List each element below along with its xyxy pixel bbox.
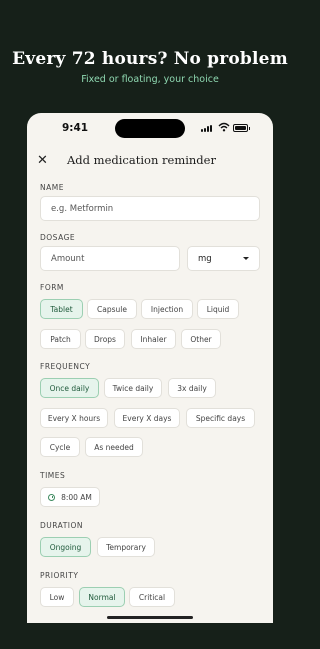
- frequency-option-3x-daily[interactable]: 3x daily: [168, 378, 216, 398]
- priority-label: PRIORITY: [40, 571, 79, 580]
- unit-select[interactable]: mg: [187, 246, 260, 271]
- frequency-option-twice-daily[interactable]: Twice daily: [104, 378, 162, 398]
- form-option-drops[interactable]: Drops: [85, 329, 125, 349]
- dosage-label: DOSAGE: [40, 233, 76, 242]
- form-option-liquid[interactable]: Liquid: [197, 299, 239, 319]
- close-icon[interactable]: ✕: [37, 153, 48, 168]
- priority-option-critical[interactable]: Critical: [129, 587, 175, 607]
- form-option-other[interactable]: Other: [181, 329, 221, 349]
- duration-label: DURATION: [40, 521, 84, 530]
- name-input[interactable]: e.g. Metformin: [40, 196, 260, 221]
- frequency-label: FREQUENCY: [40, 362, 91, 371]
- screen-title: Add medication reminder: [67, 153, 216, 167]
- promo-title: Every 72 hours? No problem: [12, 49, 288, 69]
- time-chip[interactable]: 8:00 AM: [40, 487, 100, 507]
- form-option-patch[interactable]: Patch: [40, 329, 81, 349]
- priority-option-normal[interactable]: Normal: [79, 587, 125, 607]
- signal-icon: [201, 125, 212, 132]
- home-indicator: [107, 616, 193, 619]
- phone-screen: 9:41 ✕ Add medication reminder NAME e.g.…: [27, 113, 273, 623]
- duration-option-ongoing[interactable]: Ongoing: [40, 537, 91, 557]
- name-label: NAME: [40, 183, 64, 192]
- form-option-capsule[interactable]: Capsule: [87, 299, 137, 319]
- status-bar: 9:41: [27, 113, 273, 143]
- battery-icon: [233, 124, 250, 132]
- form-label: FORM: [40, 283, 64, 292]
- times-label: TIMES: [40, 471, 66, 480]
- frequency-option-every-x-hours[interactable]: Every X hours: [40, 408, 108, 428]
- wifi-icon: [218, 122, 230, 132]
- chevron-down-icon: [243, 257, 249, 260]
- priority-option-low[interactable]: Low: [40, 587, 74, 607]
- status-time: 9:41: [62, 122, 89, 134]
- frequency-option-cycle[interactable]: Cycle: [40, 437, 80, 457]
- frequency-option-specific-days[interactable]: Specific days: [186, 408, 255, 428]
- time-chip-value: 8:00 AM: [61, 492, 92, 502]
- clock-icon: [48, 493, 56, 501]
- duration-option-temporary[interactable]: Temporary: [97, 537, 155, 557]
- frequency-option-once-daily[interactable]: Once daily: [40, 378, 99, 398]
- frequency-option-as-needed[interactable]: As needed: [85, 437, 143, 457]
- frequency-option-every-x-days[interactable]: Every X days: [114, 408, 180, 428]
- form-option-tablet[interactable]: Tablet: [40, 299, 83, 319]
- amount-input[interactable]: Amount: [40, 246, 180, 271]
- unit-select-value: mg: [198, 253, 212, 264]
- form-option-inhaler[interactable]: Inhaler: [131, 329, 176, 349]
- dynamic-island: [115, 119, 185, 138]
- promo-subtitle: Fixed or floating, your choice: [81, 74, 219, 85]
- form-option-injection[interactable]: Injection: [141, 299, 193, 319]
